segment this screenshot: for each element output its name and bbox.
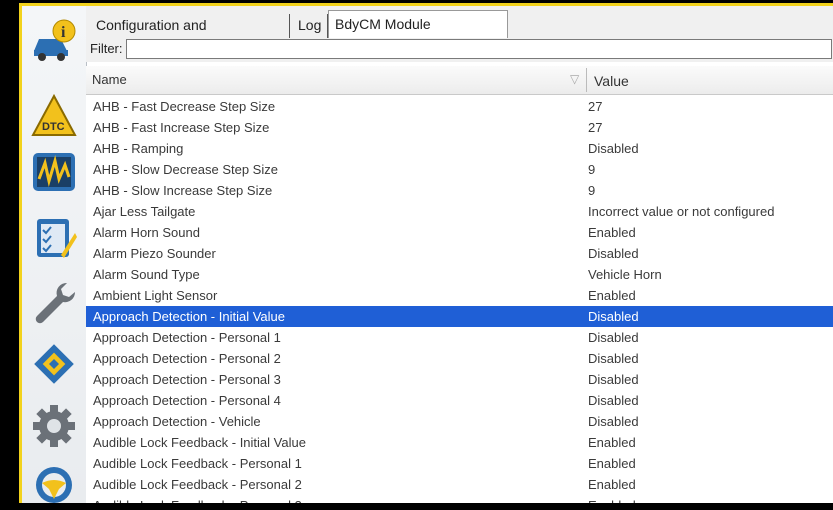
table-row[interactable]: Audible Lock Feedback - Personal 3 Enable… bbox=[86, 495, 833, 503]
table-row-selected[interactable]: Approach Detection - Initial Value Disabl… bbox=[86, 306, 833, 327]
row-value: Enabled bbox=[588, 477, 636, 492]
svg-text:DTC: DTC bbox=[42, 121, 65, 133]
filter-input[interactable] bbox=[126, 39, 832, 59]
tab-bdycm-module-configuration[interactable]: BdyCM Module configuration bbox=[328, 10, 508, 58]
row-name: AHB - Fast Decrease Step Size bbox=[93, 99, 276, 114]
dtc-icon: DTC bbox=[31, 93, 77, 136]
row-value: Disabled bbox=[588, 393, 639, 408]
row-value: Vehicle Horn bbox=[588, 267, 662, 282]
row-value: Disabled bbox=[588, 372, 639, 387]
table-row[interactable]: Approach Detection - Personal 1 Disabled bbox=[86, 327, 833, 348]
row-name: AHB - Fast Increase Step Size bbox=[93, 120, 270, 135]
table-row[interactable]: Approach Detection - Personal 2 Disabled bbox=[86, 348, 833, 369]
row-name: Alarm Piezo Sounder bbox=[93, 246, 216, 261]
filter-row: Filter: bbox=[86, 38, 833, 62]
checklist-button[interactable] bbox=[26, 212, 82, 264]
column-divider[interactable] bbox=[586, 68, 587, 92]
table-row[interactable]: Approach Detection - Personal 4 Disabled bbox=[86, 390, 833, 411]
row-value: 9 bbox=[588, 162, 596, 177]
row-value: Incorrect value or not configured bbox=[588, 204, 775, 219]
module-chip-icon bbox=[34, 344, 74, 384]
table-row[interactable]: Ambient Light Sensor Enabled bbox=[86, 285, 833, 306]
gear-icon bbox=[33, 405, 75, 447]
table-row[interactable]: Alarm Horn Sound Enabled bbox=[86, 222, 833, 243]
row-name: Approach Detection - Personal 4 bbox=[93, 393, 281, 408]
row-name: AHB - Ramping bbox=[93, 141, 184, 156]
steering-button[interactable] bbox=[26, 458, 82, 510]
row-value: Enabled bbox=[588, 498, 636, 503]
row-value: Enabled bbox=[588, 288, 636, 303]
row-name: Approach Detection - Initial Value bbox=[93, 309, 285, 324]
row-name: Approach Detection - Vehicle bbox=[93, 414, 261, 429]
row-name: Audible Lock Feedback - Personal 3 bbox=[93, 498, 302, 503]
oscilloscope-button[interactable] bbox=[26, 146, 82, 198]
table-row[interactable]: AHB - Slow Increase Step Size 9 bbox=[86, 180, 833, 201]
tab-configuration-programming[interactable]: Configuration and Programming bbox=[90, 14, 290, 55]
row-name: Alarm Horn Sound bbox=[93, 225, 200, 240]
table-row[interactable]: AHB - Fast Increase Step Size 27 bbox=[86, 117, 833, 138]
column-header-value[interactable]: Value bbox=[594, 73, 629, 89]
dtc-button[interactable]: DTC bbox=[26, 90, 82, 142]
table-row[interactable]: Audible Lock Feedback - Initial Value Ena… bbox=[86, 432, 833, 453]
table-row[interactable]: AHB - Fast Decrease Step Size 27 bbox=[86, 96, 833, 117]
row-name: Approach Detection - Personal 1 bbox=[93, 330, 281, 345]
row-name: Approach Detection - Personal 2 bbox=[93, 351, 281, 366]
table-row[interactable]: Alarm Sound Type Vehicle Horn bbox=[86, 264, 833, 285]
row-value: Disabled bbox=[588, 141, 639, 156]
column-header-name[interactable]: Name bbox=[92, 72, 127, 87]
row-value: Disabled bbox=[588, 309, 639, 324]
table-header: Name ▽ Value bbox=[86, 66, 833, 95]
row-name: Audible Lock Feedback - Initial Value bbox=[93, 435, 306, 450]
row-name: Approach Detection - Personal 3 bbox=[93, 372, 281, 387]
table-row[interactable]: AHB - Slow Decrease Step Size 9 bbox=[86, 159, 833, 180]
row-name: Alarm Sound Type bbox=[93, 267, 200, 282]
table-row[interactable]: Audible Lock Feedback - Personal 2 Enable… bbox=[86, 474, 833, 495]
row-value: Disabled bbox=[588, 351, 639, 366]
row-name: Ambient Light Sensor bbox=[93, 288, 218, 303]
module-button[interactable] bbox=[26, 338, 82, 390]
checklist-icon bbox=[37, 219, 77, 258]
sidebar-toolbar: i DTC bbox=[22, 6, 87, 503]
table-row[interactable]: Approach Detection - Personal 3 Disabled bbox=[86, 369, 833, 390]
config-table: Name ▽ Value AHB - Fast Decrease Step Si… bbox=[86, 66, 833, 503]
table-row[interactable]: Alarm Piezo Sounder Disabled bbox=[86, 243, 833, 264]
row-name: Audible Lock Feedback - Personal 1 bbox=[93, 456, 302, 471]
table-row[interactable]: Ajar Less Tailgate Incorrect value or not… bbox=[86, 201, 833, 222]
row-value: 27 bbox=[588, 120, 603, 135]
wrench-button[interactable] bbox=[26, 276, 82, 328]
table-row[interactable]: Approach Detection - Vehicle Disabled bbox=[86, 411, 833, 432]
row-value: Disabled bbox=[588, 330, 639, 345]
row-value: Enabled bbox=[588, 435, 636, 450]
row-name: AHB - Slow Increase Step Size bbox=[93, 183, 273, 198]
row-name: AHB - Slow Decrease Step Size bbox=[93, 162, 278, 177]
row-name: Ajar Less Tailgate bbox=[93, 204, 196, 219]
vehicle-info-button[interactable]: i bbox=[26, 14, 82, 66]
filter-label: Filter: bbox=[90, 41, 123, 56]
svg-text:i: i bbox=[61, 24, 66, 41]
row-value: Enabled bbox=[588, 225, 636, 240]
tab-log[interactable]: Log bbox=[292, 14, 328, 38]
wrench-icon bbox=[35, 282, 76, 324]
row-value: Disabled bbox=[588, 414, 639, 429]
row-value: 27 bbox=[588, 99, 603, 114]
row-value: Enabled bbox=[588, 456, 636, 471]
oscilloscope-icon bbox=[33, 153, 75, 191]
row-value: 9 bbox=[588, 183, 596, 198]
sort-indicator-icon: ▽ bbox=[570, 72, 580, 86]
steering-wheel-icon bbox=[36, 467, 72, 503]
table-row[interactable]: Audible Lock Feedback - Personal 1 Enable… bbox=[86, 453, 833, 474]
vehicle-info-icon: i bbox=[34, 19, 76, 61]
row-value: Disabled bbox=[588, 246, 639, 261]
row-name: Audible Lock Feedback - Personal 2 bbox=[93, 477, 302, 492]
table-row[interactable]: AHB - Ramping Disabled bbox=[86, 138, 833, 159]
settings-button[interactable] bbox=[26, 400, 82, 452]
tab-bar: Configuration and Programming Log BdyCM … bbox=[86, 6, 833, 58]
